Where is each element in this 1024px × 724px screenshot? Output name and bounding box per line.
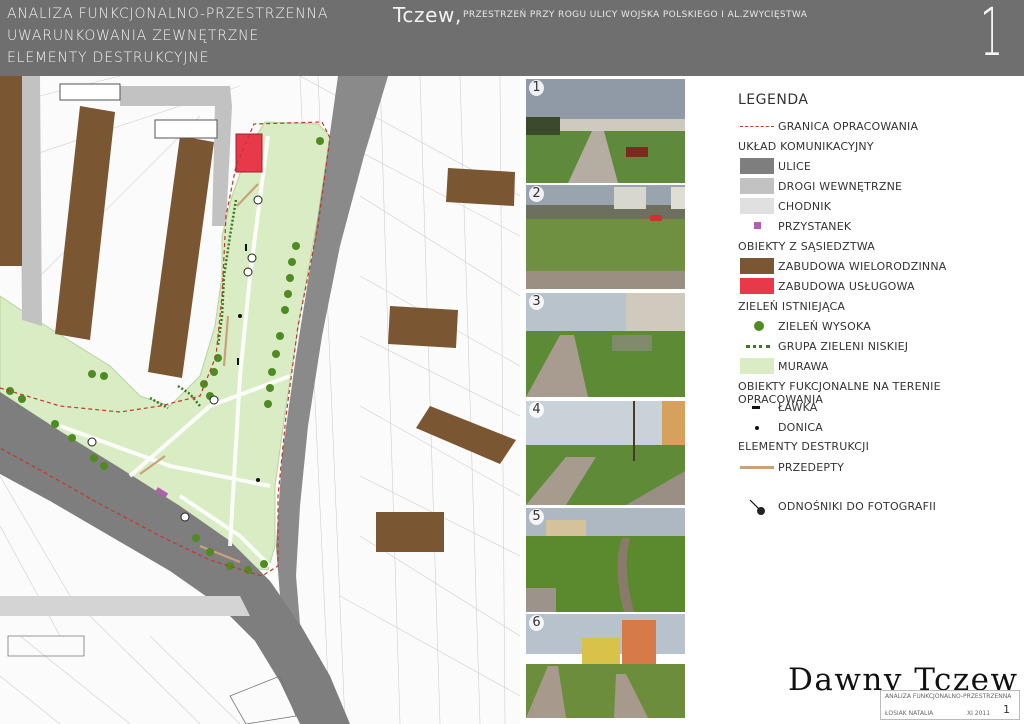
title-block-date: XI 2011 [967, 710, 991, 717]
title-block-sheet: 1 [1003, 703, 1010, 716]
legend-bench-label: ŁAWKA [778, 400, 818, 414]
legend-row-tall-greenery: ZIELEŃ WYSOKA [740, 317, 871, 335]
internal-road-4 [0, 596, 250, 616]
header-place: Tczew, [393, 3, 462, 27]
photo-5-image [526, 508, 685, 612]
photo-2-number: 2 [529, 186, 544, 202]
title-block: ANALIZA FUNKCJONALNO-PRZESTRZENNA ŁOSIAK… [880, 690, 1020, 720]
header-title-line-2: UWARUNKOWANIA ZEWNĘTRZNE [7, 28, 260, 44]
low-greenery-swatch [740, 338, 774, 354]
legend-trails-label: PRZEDEPTY [778, 460, 845, 474]
internal-road-2 [120, 86, 232, 106]
legend-streets-label: ULICE [778, 159, 812, 173]
photo-2-image [526, 185, 685, 289]
legend-row-flowerpot: DONICA [740, 418, 823, 436]
legend-photo-refs-label: ODNOŚNIKI DO FOTOGRAFII [778, 499, 937, 513]
legend-transport-heading: UKŁAD KOMUNIKACYJNY [738, 140, 874, 153]
legend-bus-stop-label: PRZYSTANEK [778, 219, 852, 233]
flowerpot-swatch [740, 419, 774, 435]
bottom-buildings [7, 635, 297, 724]
legend-row-border: GRANICA OPRACOWANIA [740, 117, 918, 135]
multifamily-swatch [740, 258, 774, 274]
tall-greenery-swatch [740, 318, 774, 334]
legend-internal-roads-label: DROGI WEWNĘTRZNE [778, 179, 903, 193]
lawn-swatch [740, 358, 774, 374]
photo-ref-icon [740, 498, 774, 515]
legend-service-label: ZABUDOWA USŁUGOWA [778, 279, 915, 293]
photo-5[interactable]: 5 [526, 508, 685, 612]
legend-row-lawn: MURAWA [740, 357, 829, 375]
bus-stop-swatch [740, 218, 774, 234]
photo-3[interactable]: 3 [526, 293, 685, 397]
photo-4-number: 4 [529, 402, 544, 418]
bench-swatch [740, 399, 774, 415]
legend-row-multifamily: ZABUDOWA WIELORODZINNA [740, 257, 946, 275]
legend-sidewalk-label: CHODNIK [778, 199, 832, 213]
legend-row-photo-refs: ODNOŚNIKI DO FOTOGRAFII [740, 497, 936, 515]
legend-row-sidewalk: CHODNIK [740, 197, 831, 215]
legend-lawn-label: MURAWA [778, 359, 829, 373]
header-title-line-3: ELEMENTY DESTRUKCYJNE [7, 50, 210, 66]
legend-destructive-heading: ELEMENTY DESTRUKCJI [738, 440, 870, 453]
photo-3-number: 3 [529, 294, 544, 310]
internal-roads-swatch [740, 178, 774, 194]
legend-row-bench: ŁAWKA [740, 398, 818, 416]
photo-4[interactable]: 4 [526, 401, 685, 505]
legend-tall-greenery-label: ZIELEŃ WYSOKA [778, 319, 871, 333]
title-block-author: ŁOSIAK NATALIA [885, 710, 934, 717]
photo-1-number: 1 [529, 80, 544, 96]
legend-neighbors-heading: OBIEKTY Z SĄSIEDZTWA [738, 240, 875, 253]
photo-1[interactable]: 1 [526, 79, 685, 183]
header-bar: ANALIZA FUNKCJONALNO-PRZESTRZENNA UWARUN… [0, 0, 1024, 76]
legend-border-label: GRANICA OPRACOWANIA [778, 119, 919, 133]
legend-low-greenery-label: GRUPA ZIELENI NISKIEJ [778, 339, 909, 353]
photo-6-number: 6 [529, 615, 544, 631]
header-title-line-1: ANALIZA FUNKCJONALNO-PRZESTRZENNA [7, 6, 329, 22]
sheet-number: 1 [980, 0, 1004, 71]
photo-3-image [526, 293, 685, 397]
legend-row-streets: ULICE [740, 157, 811, 175]
service-building [235, 133, 263, 173]
photo-6[interactable]: 6 [526, 614, 685, 718]
photo-2[interactable]: 2 [526, 185, 685, 289]
streets-swatch [740, 158, 774, 174]
legend-multifamily-label: ZABUDOWA WIELORODZINNA [778, 259, 947, 273]
header-place-subtitle: PRZESTRZEŃ PRZY ROGU ULICY WOJSKA POLSKI… [463, 10, 808, 20]
photo-1-image [526, 79, 685, 183]
photo-5-number: 5 [529, 509, 544, 525]
title-block-project: ANALIZA FUNKCJONALNO-PRZESTRZENNA [885, 693, 1012, 700]
photo-4-image [526, 401, 685, 505]
sidewalk-swatch [740, 198, 774, 214]
legend-greenery-heading: ZIELEŃ ISTNIEJĄCA [738, 300, 846, 313]
legend-title: LEGENDA [738, 92, 809, 108]
internal-road-1 [20, 76, 42, 326]
legend-row-trails: PRZEDEPTY [740, 458, 844, 476]
site-map [0, 76, 520, 724]
legend-flowerpot-label: DONICA [778, 420, 824, 434]
trails-swatch [740, 459, 774, 475]
legend-row-internal-roads: DROGI WEWNĘTRZNE [740, 177, 902, 195]
service-swatch [740, 278, 774, 294]
legend-row-bus-stop: PRZYSTANEK [740, 217, 851, 235]
photo-6-image [526, 614, 685, 718]
legend-row-low-greenery: GRUPA ZIELENI NISKIEJ [740, 337, 908, 355]
border-swatch [740, 118, 774, 134]
site-map-drawing [0, 76, 520, 724]
legend-row-service: ZABUDOWA USŁUGOWA [740, 277, 915, 295]
